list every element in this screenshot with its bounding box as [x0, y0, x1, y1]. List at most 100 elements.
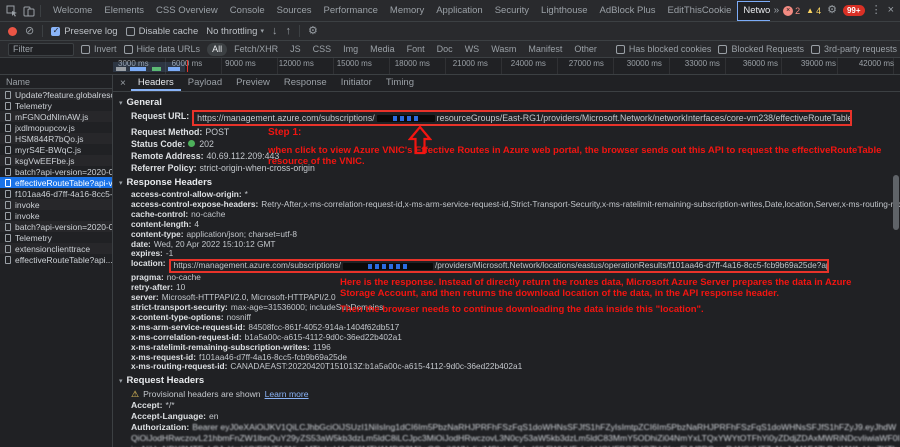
timeline-label: 42000 ms [859, 59, 894, 68]
file-icon [5, 124, 11, 132]
request-row[interactable]: extensionclienttrace [0, 243, 112, 254]
request-row[interactable]: myrS4E-BWqC.js [0, 144, 112, 155]
filter-input[interactable] [8, 43, 74, 56]
tab-adblock-plus[interactable]: AdBlock Plus [594, 1, 662, 21]
request-row[interactable]: batch?api-version=2020-06-01 [0, 221, 112, 232]
request-row[interactable]: Telemetry [0, 100, 112, 111]
file-icon [5, 201, 11, 209]
details-tab-timing[interactable]: Timing [379, 75, 421, 91]
request-row[interactable]: batch?api-version=2020-06-01 [0, 166, 112, 177]
filter-chip-fetch-xhr[interactable]: Fetch/XHR [229, 43, 283, 56]
header-row: Request Method:POST [113, 126, 900, 138]
file-icon [5, 157, 11, 165]
blocked-requests-checkbox[interactable]: Blocked Requests [718, 44, 804, 54]
filter-chip-manifest[interactable]: Manifest [523, 43, 567, 56]
console-error-badge[interactable]: ×2 [783, 6, 800, 16]
request-row[interactable]: invoke [0, 210, 112, 221]
details-tab-payload[interactable]: Payload [181, 75, 229, 91]
third-party-requests-checkbox[interactable]: 3rd-party requests [811, 44, 897, 54]
header-name: Status Code: [131, 139, 185, 149]
checkbox-icon [718, 45, 727, 54]
request-row[interactable]: HSM844R7bQo.js [0, 133, 112, 144]
filter-chip-media[interactable]: Media [365, 43, 400, 56]
tab-security[interactable]: Security [489, 1, 535, 21]
tab-memory[interactable]: Memory [384, 1, 430, 21]
section-general[interactable]: ▾General [113, 94, 900, 110]
hide-data-urls-checkbox[interactable]: Hide data URLs [124, 44, 201, 54]
header-name: Remote Address: [131, 151, 204, 161]
header-name: x-ms-arm-service-request-id: [131, 323, 245, 332]
network-settings-gear-icon[interactable]: ⚙ [308, 26, 318, 37]
request-row[interactable]: effectiveRouteTable?api-version=20... [0, 177, 112, 188]
timeline-label: 27000 ms [569, 59, 604, 68]
header-row: strict-transport-security:max-age=315360… [113, 303, 900, 313]
request-row[interactable]: mFGNOdNImAW.js [0, 111, 112, 122]
tab-application[interactable]: Application [430, 1, 488, 21]
throttling-select[interactable]: No throttling▾ [206, 26, 264, 37]
filter-chip-doc[interactable]: Doc [432, 43, 458, 56]
import-har-icon[interactable]: ↓ [272, 26, 278, 37]
details-tab-response[interactable]: Response [277, 75, 334, 91]
section-response-headers[interactable]: ▾Response Headers [113, 174, 900, 190]
details-tab-preview[interactable]: Preview [229, 75, 277, 91]
filter-chip-js[interactable]: JS [285, 43, 306, 56]
error-icon: × [783, 6, 793, 16]
tab-network[interactable]: Network [737, 1, 769, 21]
network-overview-timeline[interactable]: 3000 ms6000 ms9000 ms12000 ms15000 ms180… [0, 58, 900, 75]
filter-chip-other[interactable]: Other [569, 43, 602, 56]
filter-chip-ws[interactable]: WS [460, 43, 485, 56]
tab-css-overview[interactable]: CSS Overview [150, 1, 224, 21]
request-row[interactable]: Update?feature.globalresourcefilter=tr..… [0, 89, 112, 100]
invert-checkbox[interactable]: Invert [81, 44, 117, 54]
request-row[interactable]: invoke [0, 199, 112, 210]
file-icon [5, 223, 11, 231]
disable-cache-checkbox[interactable]: Disable cache [126, 26, 199, 37]
name-column-header[interactable]: Name [0, 75, 112, 89]
device-toolbar-icon[interactable] [23, 5, 35, 17]
tab-elements[interactable]: Elements [98, 1, 150, 21]
tab-console[interactable]: Console [224, 1, 271, 21]
filter-chip-all[interactable]: All [207, 43, 227, 56]
settings-gear-icon[interactable]: ⚙ [827, 5, 837, 16]
request-row[interactable]: jxdlmopupcov.js [0, 122, 112, 133]
filter-chip-css[interactable]: CSS [308, 43, 337, 56]
checkbox-icon [811, 45, 820, 54]
tab-welcome[interactable]: Welcome [47, 1, 98, 21]
request-row[interactable]: Telemetry [0, 232, 112, 243]
clear-log-icon[interactable]: ⊘ [25, 26, 34, 37]
filter-chip-font[interactable]: Font [402, 43, 430, 56]
request-row[interactable]: ksgVwEEFbe.js [0, 155, 112, 166]
export-har-icon[interactable]: ↑ [285, 26, 291, 37]
details-tab-initiator[interactable]: Initiator [334, 75, 379, 91]
header-name: content-length: [131, 220, 191, 229]
header-row: Authorization:Bearer eyJ0eXAiOiJKV1QiLCJ… [113, 422, 900, 447]
request-row[interactable]: effectiveRouteTable?api... [0, 254, 112, 265]
close-devtools-icon[interactable]: × [888, 5, 894, 16]
checkbox-icon [126, 27, 135, 36]
checkbox-icon [124, 45, 133, 54]
tab-editthiscookie[interactable]: EditThisCookie [662, 1, 738, 21]
close-details-icon[interactable]: × [115, 78, 131, 89]
header-row: Request URL:https://management.azure.com… [113, 110, 900, 126]
header-name: Request Method: [131, 127, 202, 137]
preserve-log-checkbox[interactable]: Preserve log [51, 26, 117, 37]
tab-lighthouse[interactable]: Lighthouse [535, 1, 593, 21]
section-request-headers[interactable]: ▾Request Headers [113, 372, 900, 388]
filter-chip-wasm[interactable]: Wasm [486, 43, 521, 56]
inspect-element-icon[interactable] [6, 5, 18, 17]
details-tab-headers[interactable]: Headers [131, 75, 181, 91]
has-blocked-cookies-checkbox[interactable]: Has blocked cookies [616, 44, 712, 54]
record-button[interactable] [8, 27, 17, 36]
learn-more-link[interactable]: Learn more [265, 388, 309, 400]
tab-performance[interactable]: Performance [318, 1, 384, 21]
console-warning-badge[interactable]: ▲4 [806, 6, 821, 16]
request-name: jxdlmopupcov.js [15, 123, 75, 133]
file-icon [5, 168, 11, 176]
more-tabs-icon[interactable]: » [770, 5, 784, 16]
kebab-menu-icon[interactable]: ⋮ [871, 5, 882, 16]
tab-sources[interactable]: Sources [271, 1, 318, 21]
scrollbar-thumb[interactable] [893, 175, 899, 230]
timeline-load-marker [187, 60, 188, 72]
filter-chip-img[interactable]: Img [338, 43, 363, 56]
request-row[interactable]: f101aa46-d7ff-4a16-8cc5-fcb9b69a2... [0, 188, 112, 199]
